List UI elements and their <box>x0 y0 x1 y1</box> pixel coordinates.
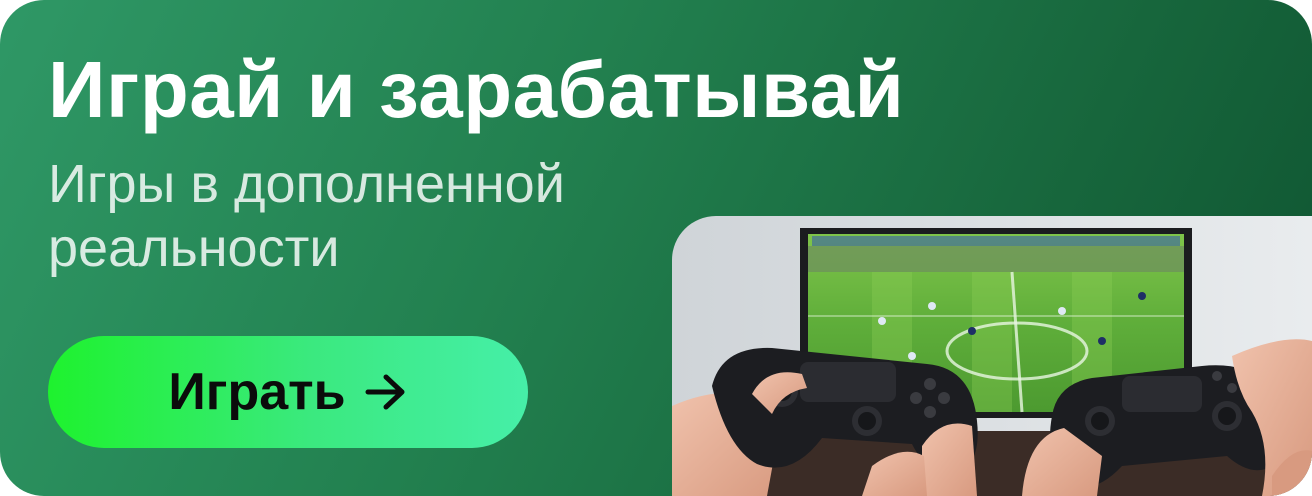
play-button-label: Играть <box>168 363 346 421</box>
banner-title: Играй и зарабатывай <box>48 45 905 134</box>
gamepad-photo-illustration <box>672 216 1312 496</box>
arrow-right-icon <box>365 374 405 410</box>
play-button[interactable]: Играть <box>48 336 528 448</box>
promo-banner[interactable]: Играй и зарабатывай Игры в дополненной р… <box>0 0 1312 496</box>
banner-subtitle: Игры в дополненной реальности <box>48 154 565 278</box>
gamepad-photo <box>672 216 1312 496</box>
